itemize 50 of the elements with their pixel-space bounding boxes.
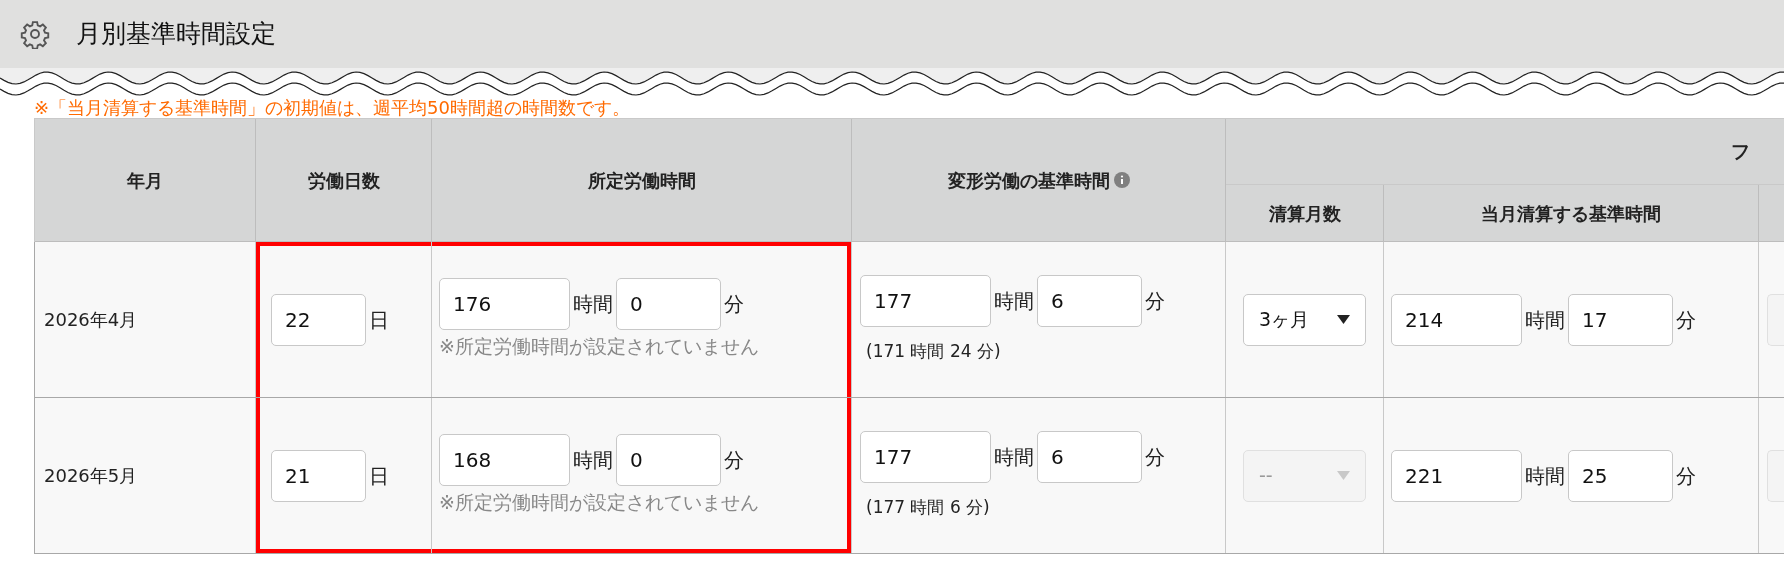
unit-label: 分 bbox=[1675, 306, 1697, 334]
page-title: 月別基準時間設定 bbox=[76, 18, 276, 51]
warning-text: ※所定労働時間が設定されていません bbox=[439, 334, 760, 360]
calculated-time-text: (171 時間 24 分) bbox=[865, 339, 1002, 363]
unit-label: 分 bbox=[1144, 287, 1166, 315]
header-label: 所定労働時間 bbox=[587, 168, 696, 193]
number-field[interactable]: 22 bbox=[271, 293, 366, 346]
notice-text: ※「当月清算する基準時間」の初期値は、週平均50時間超の時間数です。 bbox=[34, 98, 631, 118]
number-field[interactable]: 0 bbox=[616, 278, 721, 331]
calculated-time-text: (177 時間 6 分) bbox=[865, 495, 991, 519]
number-field[interactable]: 25 bbox=[1568, 449, 1673, 502]
unit-label: 分 bbox=[723, 447, 745, 475]
unit-label: 分 bbox=[1144, 443, 1166, 471]
select-value: -- bbox=[1259, 463, 1273, 489]
table-cell: 2026年5月 bbox=[35, 398, 256, 553]
number-field[interactable]: 221 bbox=[1391, 449, 1522, 502]
header-label: 年月 bbox=[127, 168, 163, 193]
unit-label: 時間 bbox=[1524, 306, 1566, 334]
select-value: 3ヶ月 bbox=[1259, 307, 1310, 333]
unit-label: 時間 bbox=[1524, 462, 1566, 490]
months-select[interactable]: 3ヶ月 bbox=[1243, 293, 1366, 346]
header-label: フ bbox=[1730, 139, 1750, 165]
number-field[interactable]: 0 bbox=[616, 434, 721, 487]
number-field[interactable]: 176 bbox=[439, 278, 570, 331]
unit-label: 日 bbox=[368, 306, 390, 334]
unit-label: 時間 bbox=[572, 291, 614, 319]
unit-label: 分 bbox=[1675, 462, 1697, 490]
number-field[interactable]: 168 bbox=[439, 434, 570, 487]
unit-label: 時間 bbox=[993, 443, 1035, 471]
header-label: 労働日数 bbox=[307, 168, 380, 193]
column-header: 清算月数 bbox=[1226, 185, 1384, 242]
table-cell: 2026年4月 bbox=[35, 242, 256, 397]
number-field[interactable]: 214 bbox=[1391, 293, 1522, 346]
unit-label: 時間 bbox=[993, 287, 1035, 315]
column-header: 当月清算する基準時間 bbox=[1384, 185, 1759, 242]
number-field[interactable]: 6 bbox=[1037, 274, 1142, 327]
caret-icon bbox=[1337, 315, 1350, 324]
caret-icon bbox=[1337, 471, 1350, 480]
number-field[interactable]: 177 bbox=[860, 274, 991, 327]
number-field[interactable]: 17 bbox=[1568, 293, 1673, 346]
settings-icon bbox=[20, 19, 50, 49]
number-field[interactable]: 6 bbox=[1037, 430, 1142, 483]
number-field[interactable]: 21 bbox=[271, 449, 366, 502]
unit-label: 時間 bbox=[572, 447, 614, 475]
info-icon bbox=[1113, 172, 1130, 188]
warning-text: ※所定労働時間が設定されていません bbox=[439, 490, 760, 516]
number-field[interactable]: 177 bbox=[860, 430, 991, 483]
unit-label: 分 bbox=[723, 291, 745, 319]
header-label: 変形労働の基準時間 bbox=[947, 168, 1110, 193]
unit-label: 日 bbox=[368, 462, 390, 490]
